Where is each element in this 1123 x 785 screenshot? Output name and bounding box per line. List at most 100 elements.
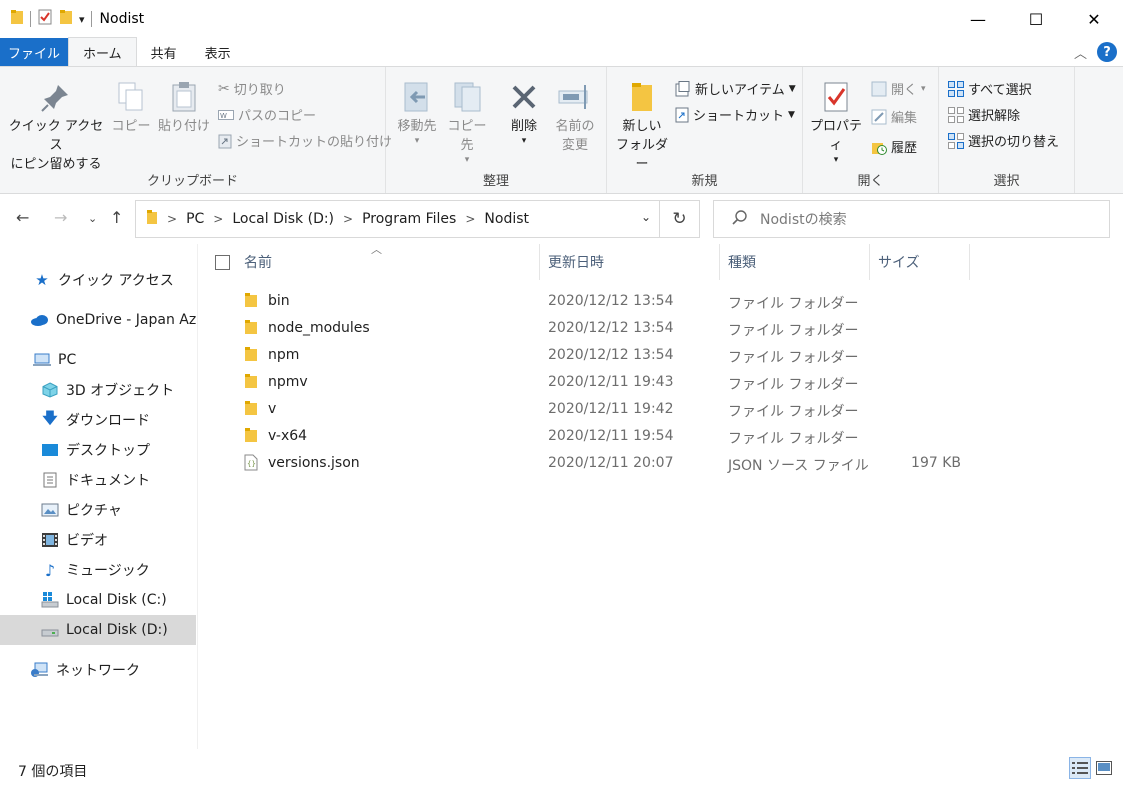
- maximize-button[interactable]: ☐: [1007, 0, 1065, 38]
- new-folder-qat-icon[interactable]: [59, 9, 73, 29]
- nav-item-pictures[interactable]: ピクチャ: [0, 495, 196, 525]
- file-row[interactable]: v-x64 2020/12/11 19:54 ファイル フォルダー: [199, 423, 1123, 450]
- address-dropdown-icon[interactable]: ⌄: [641, 210, 651, 224]
- nav-item-documents[interactable]: ドキュメント: [0, 465, 196, 495]
- search-placeholder: Nodistの検索: [760, 212, 847, 228]
- tab-home[interactable]: ホーム: [68, 37, 137, 66]
- refresh-button[interactable]: ↻: [659, 201, 699, 237]
- breadcrumb-pc[interactable]: PC: [186, 211, 204, 227]
- nav-item-network[interactable]: ネットワーク: [0, 655, 196, 685]
- file-row[interactable]: v 2020/12/11 19:42 ファイル フォルダー: [199, 396, 1123, 423]
- back-arrow-icon[interactable]: ←: [16, 208, 29, 227]
- paste-button[interactable]: 貼り付け: [156, 81, 212, 136]
- file-type: ファイル フォルダー: [728, 431, 859, 447]
- nav-item-music[interactable]: ♪ ミュージック: [0, 555, 196, 585]
- minimize-button[interactable]: —: [949, 0, 1007, 38]
- chevron-right-icon[interactable]: >: [167, 212, 177, 226]
- nav-item-local-disk-d[interactable]: Local Disk (D:): [0, 615, 196, 645]
- chevron-right-icon[interactable]: >: [343, 212, 353, 226]
- chevron-down-icon: ▼: [788, 109, 795, 120]
- column-header-date[interactable]: 更新日時: [540, 244, 720, 280]
- forward-arrow-icon[interactable]: →: [54, 208, 67, 227]
- breadcrumb-nodist[interactable]: Nodist: [484, 211, 529, 227]
- chevron-right-icon[interactable]: >: [213, 212, 223, 226]
- ribbon-tabs: ファイル ホーム 共有 表示 ︿ ?: [0, 37, 1123, 66]
- separator: [30, 11, 31, 27]
- new-folder-button[interactable]: 新しい フォルダー: [611, 81, 673, 174]
- nav-item-downloads[interactable]: 🡇 ダウンロード: [0, 405, 196, 435]
- file-date: 2020/12/12 13:54: [548, 347, 674, 363]
- properties-button[interactable]: プロパティ ▾: [805, 81, 867, 165]
- up-arrow-icon[interactable]: ↑: [110, 208, 123, 227]
- help-icon[interactable]: ?: [1097, 42, 1117, 62]
- nav-item-3d-objects[interactable]: 3D オブジェクト: [0, 375, 196, 405]
- invert-selection-button[interactable]: 選択の切り替え: [948, 131, 1059, 150]
- file-row[interactable]: bin 2020/12/12 13:54 ファイル フォルダー: [199, 288, 1123, 315]
- select-none-button[interactable]: 選択解除: [948, 105, 1020, 124]
- address-bar[interactable]: > PC > Local Disk (D:) > Program Files >…: [135, 200, 700, 238]
- open-button[interactable]: 開く ▾: [871, 79, 926, 98]
- file-date: 2020/12/11 19:54: [548, 428, 674, 444]
- edit-button[interactable]: 編集: [871, 107, 917, 126]
- file-row[interactable]: npm 2020/12/12 13:54 ファイル フォルダー: [199, 342, 1123, 369]
- file-row[interactable]: node_modules 2020/12/12 13:54 ファイル フォルダー: [199, 315, 1123, 342]
- column-header-type[interactable]: 種類: [720, 244, 870, 280]
- move-to-button[interactable]: 移動先 ▾: [392, 81, 442, 146]
- nav-item-quick-access[interactable]: ★ クイック アクセス: [0, 265, 196, 295]
- recent-locations-icon[interactable]: ⌄: [88, 212, 97, 225]
- clipboard-group-label: クリップボード: [146, 174, 238, 189]
- history-button[interactable]: 履歴: [871, 137, 917, 156]
- folder-icon: [10, 9, 24, 29]
- collapse-ribbon-icon[interactable]: ︿: [1074, 43, 1087, 62]
- delete-button[interactable]: 削除 ▾: [498, 81, 550, 146]
- tab-view[interactable]: 表示: [191, 38, 245, 66]
- copy-path-button[interactable]: W パスのコピー: [218, 105, 316, 124]
- chevron-right-icon[interactable]: >: [465, 212, 475, 226]
- close-button[interactable]: ✕: [1065, 0, 1123, 38]
- delete-icon: [512, 85, 536, 109]
- nav-item-onedrive[interactable]: OneDrive - Japan Azu: [0, 305, 196, 335]
- tab-file[interactable]: ファイル: [0, 38, 68, 66]
- select-group: すべて選択 選択解除 選択の切り替え 選択: [939, 67, 1075, 193]
- properties-icon: [824, 82, 848, 112]
- breadcrumb-disk-d[interactable]: Local Disk (D:): [232, 211, 334, 227]
- paste-shortcut-icon: [218, 134, 232, 148]
- rename-button[interactable]: 名前の 変更: [550, 81, 600, 155]
- tab-share[interactable]: 共有: [137, 38, 191, 66]
- document-icon: [40, 472, 60, 488]
- edit-icon: [871, 109, 887, 124]
- copy-button[interactable]: コピー: [110, 81, 152, 136]
- cut-button[interactable]: ✂ 切り取り: [218, 79, 286, 99]
- select-all-button[interactable]: すべて選択: [948, 79, 1032, 98]
- copy-to-button[interactable]: コピー先 ▾: [442, 81, 492, 165]
- copy-to-icon: [454, 82, 481, 112]
- column-header-size[interactable]: サイズ: [870, 244, 970, 280]
- search-input[interactable]: Nodistの検索: [713, 200, 1110, 238]
- open-icon: [871, 81, 887, 96]
- column-header-name[interactable]: 名前: [207, 244, 540, 280]
- file-row[interactable]: {} versions.json 2020/12/11 20:07 JSON ソース …: [199, 450, 1123, 477]
- nav-item-local-disk-c[interactable]: Local Disk (C:): [0, 585, 196, 615]
- large-icons-view-icon: [1096, 761, 1112, 775]
- pin-to-quick-access-button[interactable]: クイック アクセス にピン留めする: [6, 81, 106, 174]
- nav-item-pc[interactable]: PC: [0, 345, 196, 375]
- details-view-button[interactable]: [1069, 757, 1091, 779]
- breadcrumb-program-files[interactable]: Program Files: [362, 211, 456, 227]
- download-icon: 🡇: [42, 408, 58, 427]
- select-all-checkbox[interactable]: [215, 254, 230, 270]
- file-row[interactable]: npmv 2020/12/11 19:43 ファイル フォルダー: [199, 369, 1123, 396]
- qat-dropdown-icon[interactable]: ▾: [79, 13, 85, 26]
- large-icons-view-button[interactable]: [1093, 757, 1115, 779]
- nav-item-videos[interactable]: ビデオ: [0, 525, 196, 555]
- shortcut-button[interactable]: ショートカット ▼: [675, 105, 795, 124]
- organize-group-label: 整理: [482, 174, 509, 189]
- paste-shortcut-button[interactable]: ショートカットの貼り付け: [218, 131, 392, 150]
- nav-item-desktop[interactable]: デスクトップ: [0, 435, 196, 465]
- quick-access-toolbar: ▾: [10, 9, 92, 29]
- properties-qat-icon[interactable]: [37, 9, 53, 29]
- new-item-button[interactable]: 新しいアイテム ▼: [675, 79, 796, 98]
- breadcrumb: > PC > Local Disk (D:) > Program Files >…: [136, 209, 529, 229]
- folder-icon: [146, 209, 158, 229]
- cloud-icon: [30, 314, 50, 326]
- network-icon: [30, 662, 50, 678]
